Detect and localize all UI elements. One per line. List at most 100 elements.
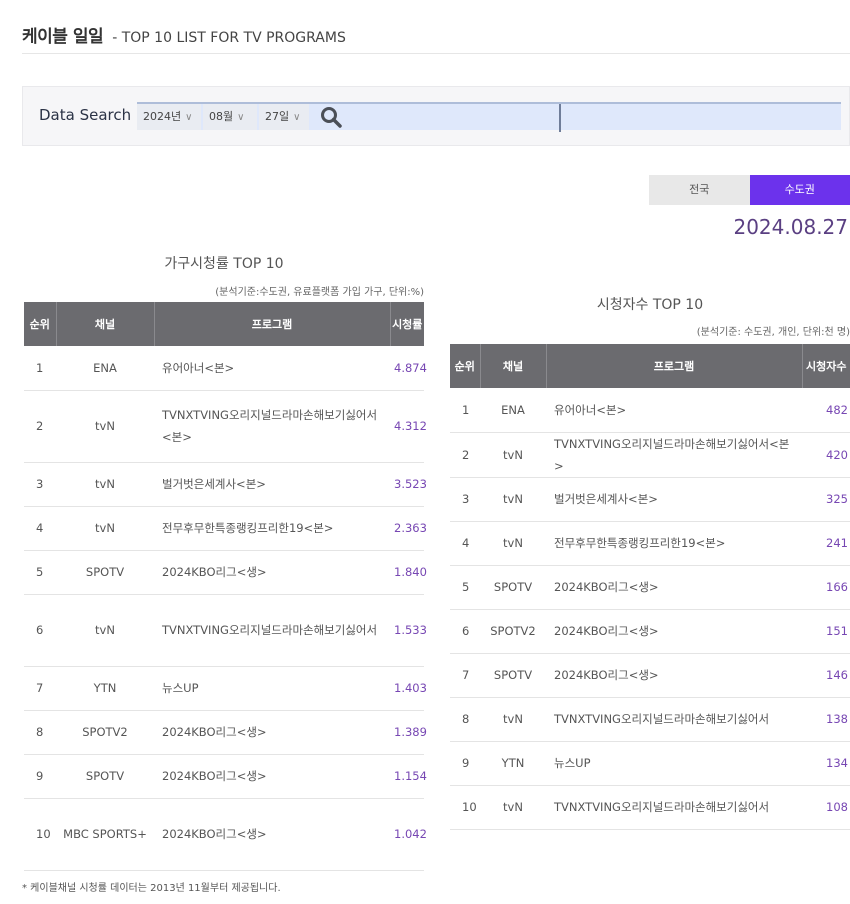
table-row: 9 YTN 뉴스UP 134: [450, 741, 850, 786]
rank-cell: 7: [24, 666, 56, 711]
program-cell: TVNXTVING오리지널드라마손해보기싫어서<본>: [154, 390, 390, 463]
channel-cell: ENA: [56, 346, 154, 391]
day-value: 27일: [265, 110, 290, 123]
channel-cell: tvN: [480, 697, 546, 742]
column-header-rank: 순위: [24, 302, 57, 346]
table-row: 10 tvN TVNXTVING오리지널드라마손해보기싫어서 108: [450, 785, 850, 830]
rank-cell: 10: [450, 785, 480, 830]
program-cell: 벌거벗은세계사<본>: [154, 462, 390, 507]
data-search-label: Data Search: [39, 106, 132, 124]
rank-cell: 3: [24, 462, 56, 507]
table-row: 3 tvN 벌거벗은세계사<본> 325: [450, 477, 850, 522]
channel-cell: SPOTV: [480, 565, 546, 610]
value-cell: 4.874: [390, 346, 427, 391]
program-cell: 뉴스UP: [154, 666, 390, 711]
column-header-rating: 시청률: [390, 302, 424, 346]
value-cell: 241: [802, 521, 850, 566]
column-header-channel: 채널: [56, 302, 155, 346]
table-row: 2 tvN TVNXTVING오리지널드라마손해보기싫어서<본> 4.312: [24, 390, 427, 463]
search-bar: 2024년 ∨ 08월 ∨ 27일 ∨: [137, 102, 841, 132]
year-value: 2024년: [143, 110, 182, 123]
value-cell: 151: [802, 609, 850, 654]
value-cell: 108: [802, 785, 850, 830]
table-row: 7 YTN 뉴스UP 1.403: [24, 666, 427, 711]
table-row: 3 tvN 벌거벗은세계사<본> 3.523: [24, 462, 427, 507]
region-tabs: 전국 수도권: [649, 175, 850, 205]
value-cell: 1.154: [390, 754, 427, 799]
page-title: 케이블 일일: [22, 27, 104, 47]
channel-cell: tvN: [480, 477, 546, 522]
channel-cell: SPOTV: [56, 754, 154, 799]
table-header-row: 순위 채널 프로그램 시청률: [24, 302, 424, 346]
search-bar-divider: [559, 104, 561, 132]
value-cell: 134: [802, 741, 850, 786]
program-cell: 전무후무한특종랭킹프리한19<본>: [546, 521, 802, 566]
search-button[interactable]: [320, 106, 346, 128]
channel-cell: SPOTV2: [480, 609, 546, 654]
table-row: 10 MBC SPORTS+ 2024KBO리그<생> 1.042: [24, 798, 427, 871]
value-cell: 420: [802, 432, 850, 478]
table-row: 1 ENA 유어아너<본> 4.874: [24, 346, 427, 391]
value-cell: 166: [802, 565, 850, 610]
rank-cell: 6: [24, 594, 56, 667]
month-select[interactable]: 08월 ∨: [203, 104, 257, 130]
value-cell: 1.403: [390, 666, 427, 711]
channel-cell: tvN: [56, 390, 154, 463]
table-row: 5 SPOTV 2024KBO리그<생> 166: [450, 565, 850, 610]
chevron-down-icon: ∨: [293, 112, 301, 123]
program-cell: TVNXTVING오리지널드라마손해보기싫어서: [154, 594, 390, 667]
rank-cell: 5: [450, 565, 480, 610]
table-row: 4 tvN 전무후무한특종랭킹프리한19<본> 241: [450, 521, 850, 566]
column-header-program: 프로그램: [546, 344, 803, 388]
rank-cell: 8: [24, 710, 56, 755]
rank-cell: 4: [450, 521, 480, 566]
column-header-channel: 채널: [480, 344, 547, 388]
table-row: 9 SPOTV 2024KBO리그<생> 1.154: [24, 754, 427, 799]
program-cell: 2024KBO리그<생>: [154, 710, 390, 755]
rank-cell: 9: [24, 754, 56, 799]
tab-capital-area[interactable]: 수도권: [749, 175, 850, 205]
program-cell: 뉴스UP: [546, 741, 802, 786]
channel-cell: ENA: [480, 388, 546, 433]
table-row: 8 SPOTV2 2024KBO리그<생> 1.389: [24, 710, 427, 755]
table-row: 6 tvN TVNXTVING오리지널드라마손해보기싫어서 1.533: [24, 594, 427, 667]
year-select[interactable]: 2024년 ∨: [137, 104, 201, 130]
program-cell: 유어아너<본>: [154, 346, 390, 391]
data-search-panel: Data Search 2024년 ∨ 08월 ∨ 27일 ∨: [22, 86, 850, 146]
selected-date: 2024.08.27: [733, 215, 848, 239]
viewers-title: 시청자수 TOP 10: [596, 297, 704, 313]
channel-cell: YTN: [56, 666, 154, 711]
program-cell: 2024KBO리그<생>: [154, 754, 390, 799]
value-cell: 1.840: [390, 550, 427, 595]
channel-cell: SPOTV2: [56, 710, 154, 755]
footnote: * 케이블채널 시청률 데이터는 2013년 11월부터 제공됩니다.: [22, 883, 281, 894]
table-row: 5 SPOTV 2024KBO리그<생> 1.840: [24, 550, 427, 595]
table-row: 6 SPOTV2 2024KBO리그<생> 151: [450, 609, 850, 654]
day-select[interactable]: 27일 ∨: [259, 104, 309, 130]
household-rating-note: (분석기준:수도권, 유료플랫폼 가입 가구, 단위:%): [215, 287, 424, 298]
household-rating-title: 가구시청률 TOP 10: [164, 256, 284, 272]
channel-cell: tvN: [56, 506, 154, 551]
value-cell: 1.533: [390, 594, 427, 667]
rank-cell: 7: [450, 653, 480, 698]
column-header-rank: 순위: [450, 344, 481, 388]
page-subtitle: - TOP 10 LIST FOR TV PROGRAMS: [112, 30, 346, 46]
value-cell: 4.312: [390, 390, 427, 463]
table-row: 4 tvN 전무후무한특종랭킹프리한19<본> 2.363: [24, 506, 427, 551]
rank-cell: 3: [450, 477, 480, 522]
viewers-table: 순위 채널 프로그램 시청자수 1 ENA 유어아너<본> 482 2 tvN TVNXTV…: [450, 344, 850, 830]
page-header: 케이블 일일 - TOP 10 LIST FOR TV PROGRAMS: [22, 22, 850, 54]
tab-nationwide[interactable]: 전국: [649, 175, 750, 205]
value-cell: 482: [802, 388, 850, 433]
rank-cell: 1: [24, 346, 56, 391]
rank-cell: 2: [450, 432, 480, 478]
channel-cell: SPOTV: [56, 550, 154, 595]
chevron-down-icon: ∨: [185, 112, 193, 123]
channel-cell: tvN: [56, 462, 154, 507]
viewers-note: (분석기준: 수도권, 개인, 단위:천 명): [696, 327, 850, 338]
value-cell: 1.389: [390, 710, 427, 755]
household-rating-table: 순위 채널 프로그램 시청률 1 ENA 유어아너<본> 4.874 2 tvN TVNXT…: [24, 302, 427, 871]
program-cell: 벌거벗은세계사<본>: [546, 477, 802, 522]
program-cell: 2024KBO리그<생>: [546, 653, 802, 698]
rank-cell: 9: [450, 741, 480, 786]
